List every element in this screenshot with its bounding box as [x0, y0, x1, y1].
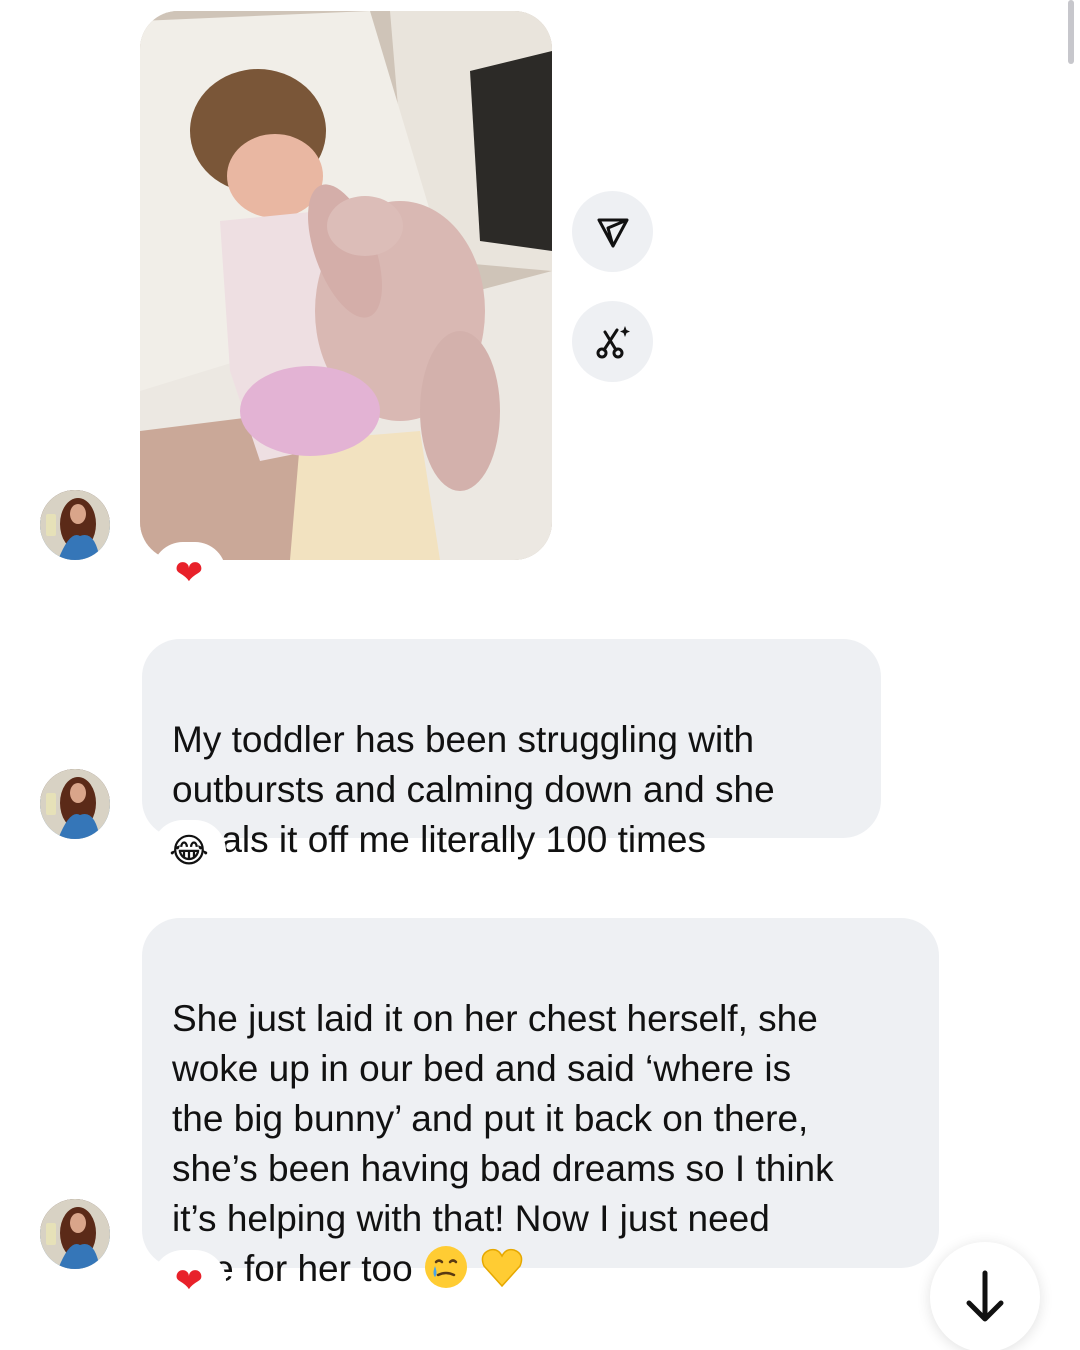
child-with-bunny-photo: [140, 11, 552, 560]
avatar-image: [40, 490, 110, 560]
share-button[interactable]: [572, 191, 653, 272]
reaction-heart-icon: ❤: [174, 553, 204, 593]
reaction-heart-icon: ❤: [174, 1261, 204, 1301]
reaction-laughing[interactable]: 😂: [152, 820, 226, 882]
smiling-face-with-tear-icon: [424, 1246, 467, 1288]
photo-message[interactable]: [140, 11, 552, 560]
share-icon: [597, 218, 628, 247]
message-text: My toddler has been struggling with outb…: [172, 719, 775, 860]
arrow-down-icon: [966, 1270, 1004, 1322]
reaction-heart[interactable]: ❤: [152, 1250, 226, 1312]
reaction-heart[interactable]: ❤: [152, 542, 226, 604]
ai-edit-button[interactable]: [572, 301, 653, 382]
scroll-to-bottom-button[interactable]: [930, 1242, 1040, 1350]
sender-avatar[interactable]: [40, 490, 110, 560]
avatar-image: [40, 769, 110, 839]
text-message[interactable]: My toddler has been struggling with outb…: [142, 639, 881, 860]
chat-screen: ❤ My toddler has been struggling with ou…: [0, 0, 1080, 1350]
laughing-face-icon: 😂: [169, 831, 209, 871]
sender-avatar[interactable]: [40, 1199, 110, 1269]
yellow-heart-icon: [481, 1248, 522, 1288]
text-message[interactable]: She just laid it on her chest herself, s…: [142, 918, 939, 1289]
sender-avatar[interactable]: [40, 769, 110, 839]
magic-scissors-icon: [596, 325, 630, 358]
scrollbar[interactable]: [1068, 0, 1074, 64]
avatar-image: [40, 1199, 110, 1269]
